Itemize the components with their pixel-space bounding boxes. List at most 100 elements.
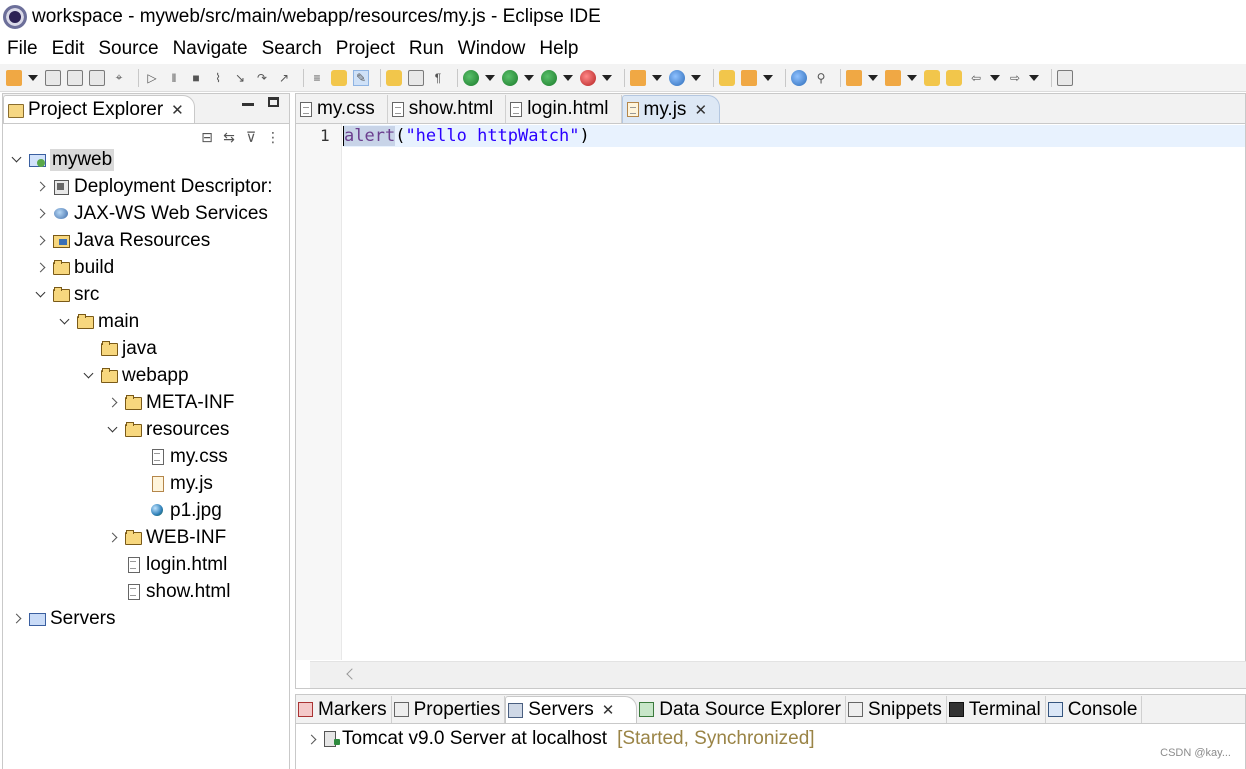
editor-tab-my-css[interactable]: my.css bbox=[296, 95, 388, 123]
tree-item-resources[interactable]: resources bbox=[105, 416, 229, 443]
filter-icon[interactable]: ⊽ bbox=[243, 129, 259, 145]
suspend-icon[interactable]: ‖ bbox=[166, 70, 182, 86]
editor-tab-show-html[interactable]: show.html bbox=[388, 95, 507, 123]
collapse-all-icon[interactable]: ⊟ bbox=[199, 129, 215, 145]
coverage-dropdown-icon[interactable] bbox=[563, 70, 572, 86]
tree-item-deployment-descriptor[interactable]: Deployment Descriptor: bbox=[33, 173, 273, 200]
tree-item-p1-jpg[interactable]: p1.jpg bbox=[129, 497, 222, 524]
expand-toggle-icon[interactable] bbox=[33, 261, 47, 275]
project-explorer-tab[interactable]: Project Explorer ✕ bbox=[3, 95, 195, 123]
tab-data-source-explorer[interactable]: Data Source Explorer bbox=[637, 696, 846, 723]
link-with-editor-icon[interactable]: ⇆ bbox=[221, 129, 237, 145]
expand-toggle-icon[interactable] bbox=[33, 234, 47, 248]
open-type-icon[interactable] bbox=[386, 69, 402, 86]
tree-item-myweb[interactable]: myweb bbox=[9, 146, 115, 173]
tree-item-java[interactable]: java bbox=[81, 335, 157, 362]
tree-item-src[interactable]: src bbox=[33, 281, 99, 308]
skip-breakpoints-icon[interactable]: ⌖ bbox=[111, 70, 127, 86]
tab-servers[interactable]: Servers ✕ bbox=[505, 696, 638, 723]
step-over-icon[interactable]: ↷ bbox=[254, 70, 270, 86]
terminate-icon[interactable]: ■ bbox=[188, 70, 204, 86]
tab-snippets[interactable]: Snippets bbox=[846, 696, 947, 723]
minimize-icon[interactable] bbox=[242, 103, 254, 106]
launch-dropdown-icon[interactable] bbox=[763, 70, 772, 86]
close-icon[interactable]: ✕ bbox=[602, 701, 615, 719]
menu-file[interactable]: File bbox=[7, 38, 38, 60]
expand-toggle-icon[interactable] bbox=[9, 612, 23, 626]
previous-annotation-dropdown-icon[interactable] bbox=[907, 70, 916, 86]
tab-console[interactable]: Console bbox=[1046, 696, 1143, 723]
forward-icon[interactable]: ⇨ bbox=[1007, 70, 1023, 86]
menu-search[interactable]: Search bbox=[262, 38, 322, 60]
next-annotation-dropdown-icon[interactable] bbox=[868, 70, 877, 86]
step-return-icon[interactable]: ↗ bbox=[276, 70, 292, 86]
code-line[interactable]: alert("hello httpWatch") bbox=[343, 125, 1245, 147]
open-web-browser-icon[interactable] bbox=[791, 69, 807, 86]
expand-toggle-icon[interactable] bbox=[105, 396, 119, 410]
tree-item-meta-inf[interactable]: META-INF bbox=[105, 389, 234, 416]
close-icon[interactable]: ✕ bbox=[694, 101, 707, 119]
tab-properties[interactable]: Properties bbox=[392, 696, 506, 723]
expand-toggle-icon[interactable] bbox=[304, 732, 318, 746]
tree-item-webapp[interactable]: webapp bbox=[81, 362, 189, 389]
menu-project[interactable]: Project bbox=[336, 38, 395, 60]
back-icon[interactable]: ⇦ bbox=[968, 70, 984, 86]
previous-annotation-icon[interactable] bbox=[885, 69, 901, 86]
expand-toggle-icon[interactable] bbox=[33, 288, 47, 302]
run-icon[interactable] bbox=[502, 69, 518, 86]
expand-toggle-icon[interactable] bbox=[81, 369, 95, 383]
menu-source[interactable]: Source bbox=[98, 38, 158, 60]
tree-item-my-css[interactable]: my.css bbox=[129, 443, 228, 470]
tree-item-servers[interactable]: Servers bbox=[9, 605, 115, 632]
next-annotation-icon[interactable] bbox=[846, 69, 862, 86]
open-perspective-icon[interactable] bbox=[1057, 69, 1073, 86]
new-dropdown-icon[interactable] bbox=[28, 70, 37, 86]
expand-toggle-icon[interactable] bbox=[33, 207, 47, 221]
open-task-icon[interactable] bbox=[408, 69, 424, 86]
new-java-project-icon[interactable] bbox=[630, 69, 646, 86]
tree-item-jax-ws[interactable]: JAX-WS Web Services bbox=[33, 200, 268, 227]
coverage-icon[interactable] bbox=[541, 69, 557, 86]
debug-dropdown-icon[interactable] bbox=[485, 70, 494, 86]
view-menu-icon[interactable]: ⋮ bbox=[265, 129, 281, 145]
expand-toggle-icon[interactable] bbox=[33, 180, 47, 194]
new-class-dropdown-icon[interactable] bbox=[691, 70, 700, 86]
menu-run[interactable]: Run bbox=[409, 38, 444, 60]
new-class-icon[interactable] bbox=[669, 69, 685, 86]
menu-navigate[interactable]: Navigate bbox=[173, 38, 248, 60]
expand-toggle-icon[interactable] bbox=[105, 423, 119, 437]
step-into-icon[interactable]: ↘ bbox=[232, 70, 248, 86]
word-wrap-icon[interactable]: ≡ bbox=[309, 70, 325, 86]
launch-icon[interactable] bbox=[741, 69, 757, 86]
mark-occurrences-icon[interactable]: ✎ bbox=[353, 69, 369, 86]
menu-help[interactable]: Help bbox=[539, 38, 578, 60]
tree-item-java-resources[interactable]: Java Resources bbox=[33, 227, 210, 254]
close-icon[interactable]: ✕ bbox=[171, 101, 184, 119]
search-icon[interactable]: ⚲ bbox=[813, 70, 829, 86]
editor-tab-login-html[interactable]: login.html bbox=[506, 95, 622, 123]
save-all-icon[interactable] bbox=[67, 69, 83, 86]
resume-icon[interactable]: ▷ bbox=[144, 70, 160, 86]
run-dropdown-icon[interactable] bbox=[524, 70, 533, 86]
tree-item-main[interactable]: main bbox=[57, 308, 139, 335]
tab-terminal[interactable]: Terminal bbox=[947, 696, 1046, 723]
terminal-icon[interactable] bbox=[89, 69, 105, 86]
tree-item-web-inf[interactable]: WEB-INF bbox=[105, 524, 226, 551]
tree-item-build[interactable]: build bbox=[33, 254, 114, 281]
scroll-left-icon[interactable] bbox=[346, 668, 358, 680]
menu-window[interactable]: Window bbox=[458, 38, 526, 60]
open-folder-icon[interactable] bbox=[719, 69, 735, 86]
tree-item-show-html[interactable]: show.html bbox=[105, 578, 230, 605]
block-selection-icon[interactable] bbox=[331, 69, 347, 86]
external-tools-dropdown-icon[interactable] bbox=[602, 70, 611, 86]
last-edit-location-icon[interactable] bbox=[924, 69, 940, 86]
server-row[interactable]: Tomcat v9.0 Server at localhost [Started… bbox=[304, 728, 815, 750]
tree-item-login-html[interactable]: login.html bbox=[105, 551, 227, 578]
forward-dropdown-icon[interactable] bbox=[1029, 70, 1038, 86]
menu-edit[interactable]: Edit bbox=[52, 38, 85, 60]
external-tools-icon[interactable] bbox=[580, 69, 596, 86]
horizontal-scrollbar[interactable] bbox=[310, 661, 1246, 688]
new-project-dropdown-icon[interactable] bbox=[652, 70, 661, 86]
disconnect-icon[interactable]: ⌇ bbox=[210, 70, 226, 86]
maximize-icon[interactable] bbox=[268, 97, 279, 107]
